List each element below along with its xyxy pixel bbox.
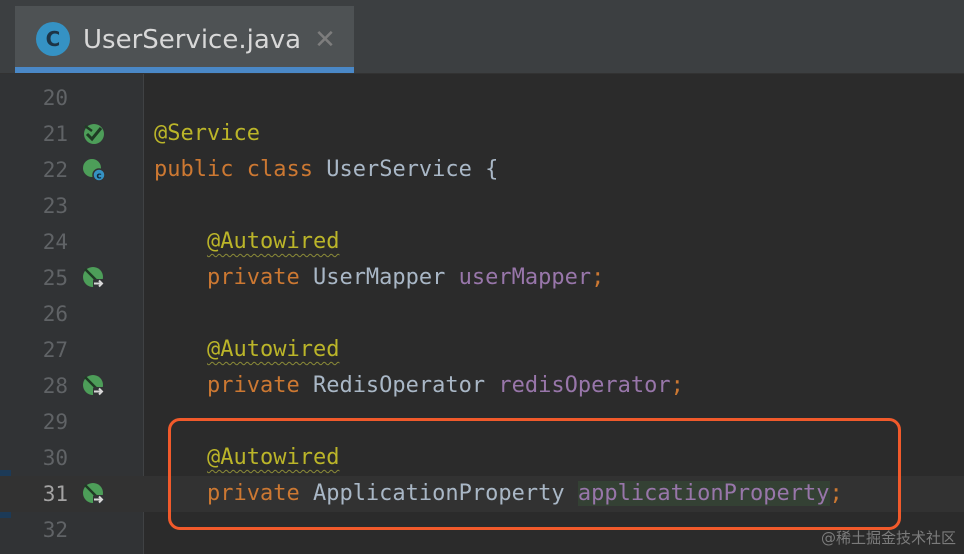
autowired-navigate-icon[interactable] [82,266,106,290]
code-text: private RedisOperator redisOperator; [154,368,684,404]
code-line[interactable]: 27 @Autowired [0,332,964,368]
keyword-private: private [206,265,300,290]
line-number: 22 [42,158,68,182]
code-line[interactable]: 23 [0,188,964,224]
code-line[interactable]: 24 @Autowired [0,224,964,260]
keyword-class: class [246,157,313,182]
code-line[interactable]: 28 private RedisOperator redisOperator; [0,368,964,404]
keyword-private: private [206,373,300,398]
autowired-navigate-icon[interactable] [82,482,106,506]
java-class-icon: C [36,22,70,56]
line-number: 32 [42,518,68,542]
annotation: @Service [154,121,260,146]
code-line[interactable]: 26 [0,296,964,332]
code-text: private UserMapper userMapper; [154,260,604,296]
watermark: @稀土掘金技术社区 [820,529,956,547]
line-number: 24 [42,230,68,254]
line-number: 28 [42,374,68,398]
line-number: 27 [42,338,68,362]
line-number: 29 [42,410,68,434]
annotation-warning[interactable]: @Autowired [207,229,339,254]
tab-title[interactable]: UserService.java [83,22,301,58]
code-line[interactable]: 25 private UserMapper userMapper; [0,260,964,296]
semicolon: ; [591,265,605,290]
code-text: @Autowired [154,224,339,260]
active-tab-indicator [15,67,354,73]
class-name: UserService [326,157,472,182]
semicolon: ; [670,373,684,398]
code-text: @Autowired [154,332,339,368]
field-type: RedisOperator [312,373,486,398]
close-tab-icon[interactable]: ✕ [312,25,338,55]
line-number: 20 [42,86,68,110]
code-line[interactable]: 20 [0,80,964,116]
autowired-navigate-icon[interactable] [82,374,106,398]
line-number: 26 [42,302,68,326]
open-brace: { [485,157,499,182]
keyword-public: public [154,157,234,182]
line-number: 31 [42,482,68,506]
line-number: 23 [42,194,68,218]
field-name: userMapper [458,265,592,290]
code-text: public class UserService { [154,152,498,188]
field-type: UserMapper [312,265,446,290]
code-line[interactable]: 21 @Service [0,116,964,152]
line-number: 21 [42,122,68,146]
annotation-highlight-box [168,418,901,530]
bean-implemented-icon[interactable] [82,122,106,146]
code-text: @Service [154,116,260,152]
svg-text:c: c [96,172,101,182]
line-number: 25 [42,266,68,290]
line-number: 30 [42,446,68,470]
annotation-warning[interactable]: @Autowired [207,337,339,362]
code-line[interactable]: 22 c public class UserService { [0,152,964,188]
bean-class-icon[interactable]: c [82,158,106,182]
field-name: redisOperator [498,373,671,398]
